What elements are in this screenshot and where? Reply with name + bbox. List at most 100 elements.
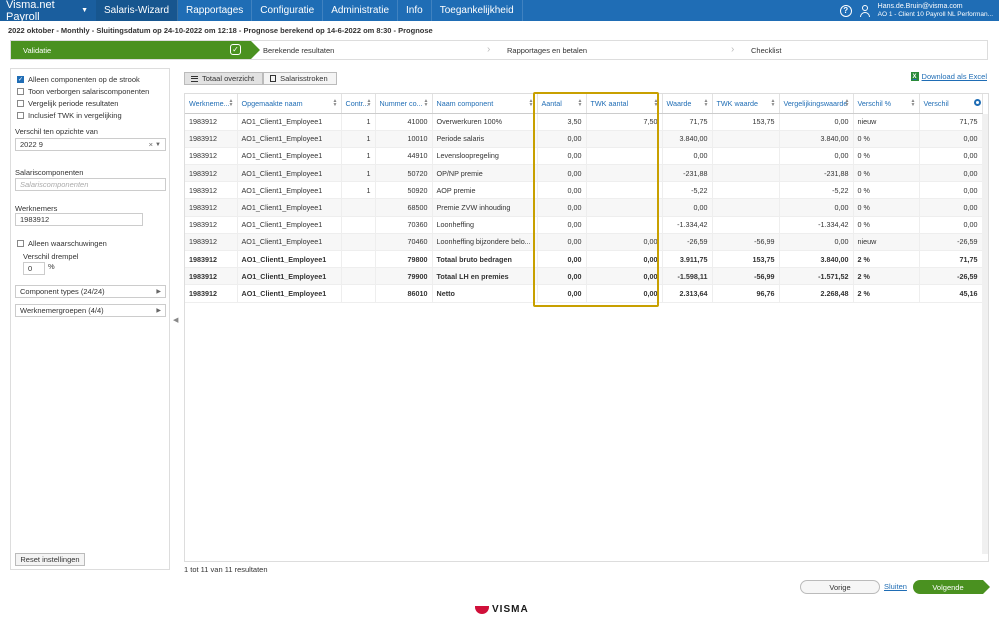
chevron-right-icon: ▶ [156,308,161,314]
table-cell: Premie ZVW inhouding [432,198,538,217]
user-info[interactable]: Hans.de.Bruin@visma.com AO 1 - Client 10… [878,3,993,19]
table-cell: 70360 [375,216,433,234]
table-cell [341,267,376,286]
table-cell: Loonheffing [432,216,538,234]
user-icon[interactable] [859,4,870,17]
table-row[interactable]: 1983912 AO1_Client1_Employee1 79800 Totaal … [185,250,983,269]
top-navigation: Visma.net Payroll ▼ Salaris-Wizard Rappo… [0,0,999,23]
table-cell: 0,00 [537,284,587,303]
employees-input[interactable]: 1983912 [15,213,143,226]
column-header[interactable]: TWK aantal ▲ ▼ [586,94,663,114]
table-row[interactable]: 1983912 AO1_Client1_Employee1 1 41000 Overwe… [185,113,983,131]
wizard-step-berekende-resultaten[interactable]: Berekende resultaten › [251,41,495,59]
tab-totaal-overzicht[interactable]: Totaal overzicht [184,72,264,85]
column-header[interactable]: Contr... ▲ ▼ [341,94,376,114]
table-cell [586,216,663,234]
salary-components-input[interactable]: Salariscomponenten [15,178,166,191]
table-cell: 0,00 [537,233,587,252]
table-cell: 1 [341,147,376,166]
checkbox-icon[interactable] [17,88,24,95]
salary-components-placeholder: Salariscomponenten [20,180,89,189]
nav-item-salaris-wizard[interactable]: Salaris-Wizard [96,0,179,21]
wizard-step-rapportages-en-betalen[interactable]: Rapportages en betalen › [495,41,739,59]
table-row[interactable]: 1983912 AO1_Client1_Employee1 1 10010 Period… [185,130,983,148]
table-row[interactable]: 1983912 AO1_Client1_Employee1 86010 Netto 0,… [185,284,983,303]
component-types-dropdown[interactable]: Component types (24/24) ▶ [15,285,166,298]
checkbox-vergelijk-periode[interactable]: Vergelijk periode resultaten [17,99,118,108]
table-cell: 10010 [375,130,433,148]
table-cell: Totaal LH en premies [432,267,538,286]
column-header[interactable]: TWK waarde ▲ ▼ [712,94,780,114]
checkbox-inclusief-twk[interactable]: Inclusief TWK in vergelijking [17,111,122,120]
nav-item-info[interactable]: Info [398,0,432,21]
reset-button[interactable]: Reset instellingen [15,553,85,566]
table-cell: 0,00 [919,130,983,148]
threshold-input[interactable]: 0 [23,262,45,275]
tab-salarisstroken[interactable]: Salarisstroken [263,72,337,85]
table-cell: 3.840,00 [662,130,713,148]
checkbox-label: Vergelijk periode resultaten [28,99,119,108]
table-row[interactable]: 1983912 AO1_Client1_Employee1 70460 Loonhef… [185,233,983,252]
checkbox-checked-icon[interactable]: ✓ [17,76,24,83]
checkbox-alleen-componenten[interactable]: ✓ Alleen componenten op de strook [17,75,140,84]
table-row[interactable]: 1983912 AO1_Client1_Employee1 79900 Totaal … [185,267,983,286]
table-cell: 0,00 [537,181,587,200]
table-row[interactable]: 1983912 AO1_Client1_Employee1 1 50720 OP/NP … [185,164,983,183]
next-button[interactable]: Volgende [913,580,990,594]
wizard-step-validatie[interactable]: Validatie ✓ [11,41,260,59]
help-icon[interactable]: ? [839,4,852,17]
checkbox-icon[interactable] [17,100,24,107]
nav-item-configuratie[interactable]: Configuratie [252,0,324,21]
wizard-step-checklist[interactable]: Checklist [739,41,987,59]
nav-item-toegankelijkheid[interactable]: Toegankelijkheid [432,0,523,21]
compare-select[interactable]: 2022 9 × ▼ [15,138,166,151]
previous-button[interactable]: Vorige [800,580,880,594]
column-header[interactable]: Waarde ▲ ▼ [662,94,713,114]
close-link[interactable]: Sluiten [884,582,907,591]
checkbox-alleen-waarschuwingen[interactable]: Alleen waarschuwingen [17,239,107,248]
table-cell: 45,16 [919,284,983,303]
excel-icon: X [910,72,919,81]
results-table: Werkneme... ▲ ▼ Opgemaakte naam ▲ ▼ Contr...… [185,94,983,303]
vertical-scrollbar[interactable] [982,114,988,554]
table-cell: AO1_Client1_Employee1 [237,130,342,148]
table-cell: 1983912 [185,267,238,286]
table-cell: nieuw [853,233,920,252]
table-cell: -5,22 [662,181,713,200]
table-row[interactable]: 1983912 AO1_Client1_Employee1 1 50920 AOP pr… [185,181,983,200]
column-header[interactable]: Naam component ▲ ▼ [432,94,538,114]
sort-icon: ▲ ▼ [910,98,916,108]
table-cell: 0,00 [537,250,587,269]
collapse-panel-icon[interactable]: ◀ [173,316,178,324]
column-header[interactable]: Verschil % ▲ ▼ [853,94,920,114]
table-cell: -231,88 [662,164,713,183]
compare-value: 2022 9 [20,140,43,149]
table-cell: 0,00 [537,147,587,166]
chevron-down-icon[interactable]: ▼ [155,142,161,148]
table-row[interactable]: 1983912 AO1_Client1_Employee1 68500 Premie … [185,198,983,217]
column-header[interactable]: Aantal ▲ ▼ [537,94,587,114]
checkbox-toon-verborgen[interactable]: Toon verborgen salariscomponenten [17,87,149,96]
sort-icon: ▲ ▼ [703,98,709,108]
nav-item-administratie[interactable]: Administratie [323,0,399,21]
table-row[interactable]: 1983912 AO1_Client1_Employee1 70360 Loonhef… [185,216,983,234]
gear-icon[interactable] [973,99,981,106]
table-cell [586,198,663,217]
table-cell: 0,00 [779,147,854,166]
brand-menu[interactable]: Visma.net Payroll ▼ [0,0,96,23]
employee-groups-dropdown[interactable]: Werknemergroepen (4/4) ▶ [15,304,166,317]
sort-icon: ▲ ▼ [653,98,659,108]
column-header[interactable]: Werkneme... ▲ ▼ [185,94,238,114]
checkbox-icon[interactable] [17,112,24,119]
clear-icon[interactable]: × [149,140,153,149]
column-header[interactable]: Nummer co... ▲ ▼ [375,94,433,114]
column-header[interactable]: Opgemaakte naam ▲ ▼ [237,94,342,114]
checkbox-icon[interactable] [17,240,24,247]
column-header[interactable]: Vergelijkingswaarde ▲ ▼ [779,94,854,114]
chevron-down-icon: ▼ [81,7,88,14]
table-row[interactable]: 1983912 AO1_Client1_Employee1 1 44910 Levens… [185,147,983,166]
download-excel-link[interactable]: X Download als Excel [910,72,987,81]
column-header[interactable]: Verschil [919,94,983,114]
table-cell [341,284,376,303]
nav-item-rapportages[interactable]: Rapportages [178,0,253,21]
